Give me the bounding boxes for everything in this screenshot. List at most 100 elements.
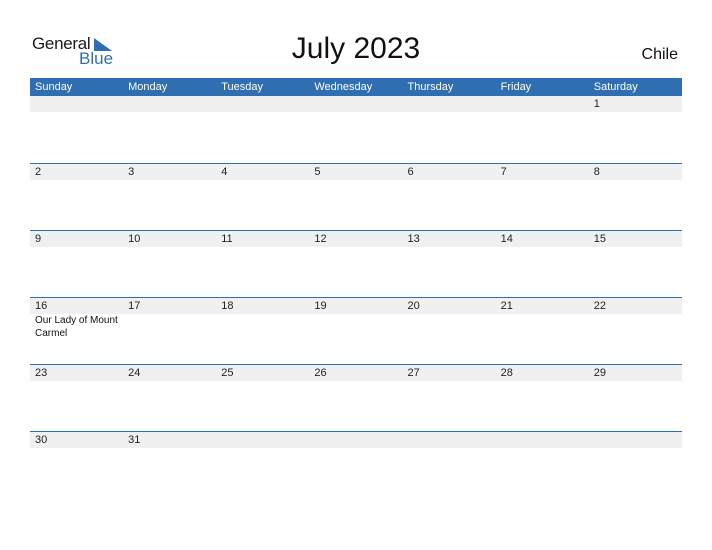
day-cell: 25 <box>216 365 309 381</box>
day-number: 2 <box>35 166 42 178</box>
day-number: 31 <box>128 434 141 446</box>
day-cell: 31 <box>123 432 216 448</box>
day-number <box>501 432 589 448</box>
day-cell: 1 <box>589 96 682 112</box>
day-cell: 11 <box>216 231 309 247</box>
weekday-saturday: Saturday <box>593 81 638 93</box>
day-number: 24 <box>128 367 141 379</box>
day-number: 30 <box>35 434 48 446</box>
weekday-monday: Monday <box>128 81 168 93</box>
day-number <box>221 96 309 112</box>
day-cell <box>309 432 402 448</box>
day-cell: 2 <box>30 164 123 180</box>
day-cell: 16 Our Lady of Mount Carmel <box>30 298 123 340</box>
day-number: 20 <box>407 300 420 312</box>
day-cell: 14 <box>496 231 589 247</box>
day-cell: 26 <box>309 365 402 381</box>
weekday-header: Sunday Monday Tuesday Wednesday Thursday Frid… <box>30 78 682 96</box>
day-cell: 5 <box>309 164 402 180</box>
week-row: 1 <box>30 96 682 163</box>
country-label: Chile <box>641 46 678 63</box>
day-cell: 15 <box>589 231 682 247</box>
day-number: 19 <box>314 300 327 312</box>
day-cell: 27 <box>403 365 496 381</box>
week-row: 30 31 <box>30 431 682 498</box>
day-cell: 28 <box>496 365 589 381</box>
day-number: 1 <box>593 98 600 110</box>
week-row: 23 24 25 26 27 28 29 <box>30 364 682 431</box>
day-cell: 20 <box>403 298 496 340</box>
day-number <box>221 432 309 448</box>
week-row: 9 10 11 12 13 14 15 <box>30 230 682 297</box>
day-cell: 22 <box>589 298 682 340</box>
day-number <box>314 96 402 112</box>
day-cell <box>403 432 496 448</box>
day-cell: 29 <box>589 365 682 381</box>
day-cell <box>589 432 682 448</box>
day-number: 16 <box>35 300 48 312</box>
day-number: 3 <box>128 166 135 178</box>
day-cell: 8 <box>589 164 682 180</box>
day-cell <box>30 96 123 112</box>
day-number: 15 <box>593 233 606 245</box>
day-number: 22 <box>593 300 606 312</box>
calendar: Sunday Monday Tuesday Wednesday Thursday Frid… <box>30 78 682 498</box>
day-number: 26 <box>314 367 327 379</box>
day-cell: 7 <box>496 164 589 180</box>
day-cell: 6 <box>403 164 496 180</box>
week-row: 2 3 4 5 6 7 8 <box>30 163 682 230</box>
weekday-sunday: Sunday <box>35 81 73 93</box>
day-number: 10 <box>128 233 141 245</box>
day-cell <box>403 96 496 112</box>
day-number: 25 <box>221 367 234 379</box>
day-cell <box>216 96 309 112</box>
day-number <box>408 432 496 448</box>
day-cell: 4 <box>216 164 309 180</box>
day-cell: 3 <box>123 164 216 180</box>
day-number: 6 <box>407 166 414 178</box>
day-number: 18 <box>221 300 234 312</box>
weekday-tuesday: Tuesday <box>221 81 264 93</box>
day-cell: 12 <box>309 231 402 247</box>
page-title: July 2023 <box>291 32 421 65</box>
day-cell: 24 <box>123 365 216 381</box>
day-cell <box>216 432 309 448</box>
day-cell: 19 <box>309 298 402 340</box>
day-cell <box>496 432 589 448</box>
week-row: 16 Our Lady of Mount Carmel 17 18 19 20 21 22 <box>30 297 682 364</box>
holiday-label: Our Lady of Mount Carmel <box>35 315 118 339</box>
day-number: 9 <box>35 233 42 245</box>
day-cell: 30 <box>30 432 123 448</box>
day-number: 4 <box>221 166 228 178</box>
day-number: 8 <box>593 166 600 178</box>
day-number: 21 <box>500 300 513 312</box>
day-number: 11 <box>221 233 233 245</box>
day-number: 27 <box>407 367 420 379</box>
day-cell: 18 <box>216 298 309 340</box>
day-cell: 21 <box>496 298 589 340</box>
day-number: 23 <box>35 367 48 379</box>
day-number <box>501 96 589 112</box>
calendar-weeks: 1 2 3 4 5 6 7 8 9 10 11 12 13 14 15 16 Our Lady of Mount… <box>30 96 682 498</box>
day-number: 28 <box>500 367 513 379</box>
weekday-friday: Friday <box>500 81 532 93</box>
day-cell <box>123 96 216 112</box>
day-cell: 10 <box>123 231 216 247</box>
day-number: 12 <box>314 233 327 245</box>
weekday-wednesday: Wednesday <box>314 81 373 93</box>
day-number <box>314 432 402 448</box>
day-number <box>594 432 682 448</box>
day-cell: 13 <box>403 231 496 247</box>
day-number: 29 <box>593 367 606 379</box>
day-number: 5 <box>314 166 321 178</box>
weekday-thursday: Thursday <box>407 81 454 93</box>
day-number: 14 <box>500 233 513 245</box>
day-number: 7 <box>500 166 507 178</box>
day-number: 13 <box>407 233 420 245</box>
day-number <box>408 96 496 112</box>
day-number <box>35 96 123 112</box>
day-cell <box>309 96 402 112</box>
day-number <box>128 96 216 112</box>
day-cell: 17 <box>123 298 216 340</box>
day-cell: 9 <box>30 231 123 247</box>
